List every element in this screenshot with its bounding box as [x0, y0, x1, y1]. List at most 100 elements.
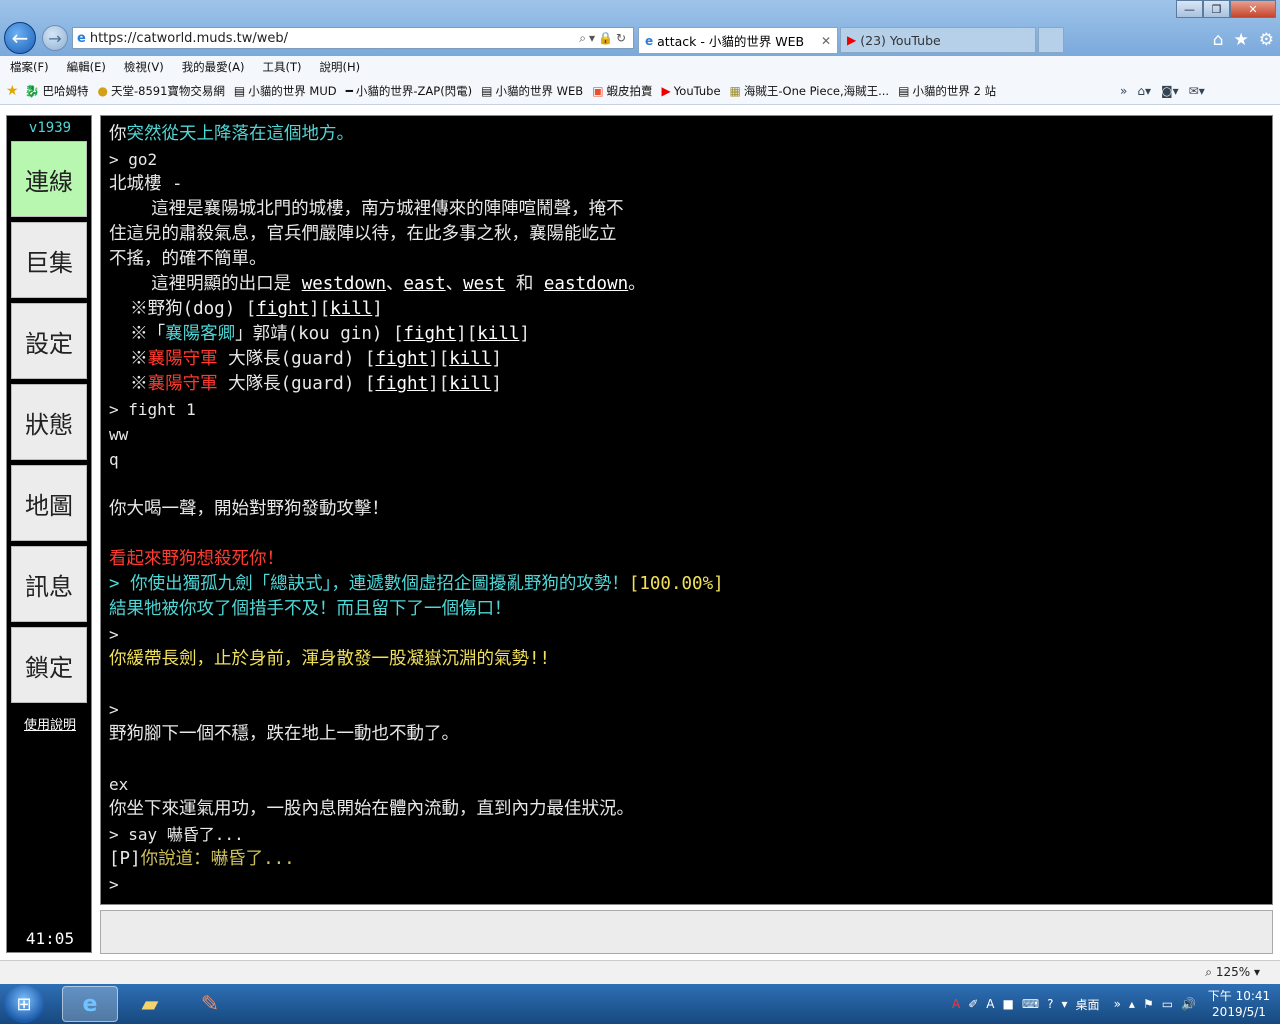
rss-icon[interactable]: ◙▾: [1161, 84, 1179, 98]
taskbar-ie[interactable]: e: [62, 986, 118, 1022]
kill-link[interactable]: kill: [449, 349, 491, 369]
fav-8591[interactable]: ● 天堂-8591寶物交易網: [98, 83, 225, 99]
help-link[interactable]: 使用說明: [7, 714, 93, 733]
zoom-control[interactable]: ⌕ 125% ▾: [1205, 965, 1260, 980]
map-button[interactable]: 地圖: [11, 465, 87, 541]
desktop-toolbar[interactable]: 桌面: [1076, 996, 1100, 1013]
kill-link[interactable]: kill: [477, 324, 519, 344]
minimize-button[interactable]: —: [1176, 0, 1203, 18]
help-icon[interactable]: ?: [1047, 997, 1053, 1011]
maximize-button[interactable]: ❐: [1203, 0, 1230, 18]
fav-shopee[interactable]: ▣ 蝦皮拍賣: [592, 83, 652, 99]
close-icon[interactable]: ✕: [821, 34, 831, 48]
messages-button[interactable]: 訊息: [11, 546, 87, 622]
text: 突然從天上降落在這個地方。: [126, 124, 355, 144]
fav-label: 天堂-8591寶物交易網: [111, 84, 225, 98]
start-button[interactable]: ⊞: [4, 985, 44, 1023]
exit-eastdown[interactable]: eastdown: [544, 274, 628, 294]
output-line: 結果牠被你攻了個措手不及！而且留下了一個傷口！: [109, 599, 512, 619]
mail-icon[interactable]: ✉▾: [1189, 84, 1205, 98]
favorites-star-icon[interactable]: ★: [6, 83, 19, 99]
prompt-line: >: [109, 625, 119, 644]
menu-edit[interactable]: 編輯(E): [57, 59, 114, 75]
taskbar-paint[interactable]: ✎: [182, 986, 238, 1022]
command-line: ex: [109, 775, 129, 794]
menu-tools[interactable]: 工具(T): [253, 59, 310, 75]
menu-help[interactable]: 說明(H): [310, 59, 369, 75]
gear-icon[interactable]: ⚙: [1259, 30, 1274, 50]
percent-text: [100.00%]: [628, 574, 724, 594]
kill-link[interactable]: kill: [330, 299, 372, 319]
address-tools[interactable]: ⌕▾🔒↻: [579, 31, 629, 46]
lock-button[interactable]: 鎖定: [11, 627, 87, 703]
exit-west[interactable]: west: [463, 274, 505, 294]
fav-onepiece[interactable]: ▦ 海賊王-One Piece,海賊王...: [730, 83, 890, 99]
home-icon[interactable]: ⌂▾: [1137, 84, 1151, 98]
taskbar-explorer[interactable]: ▰: [122, 986, 178, 1022]
text: 這裡明顯的出口是: [109, 274, 302, 294]
text: [: [319, 299, 331, 319]
status-button[interactable]: 狀態: [11, 384, 87, 460]
search-icon[interactable]: ⌕: [579, 31, 589, 45]
options-icon[interactable]: ▾: [1062, 997, 1068, 1011]
ime-icon[interactable]: A: [952, 997, 960, 1011]
show-hidden-icon[interactable]: ▴: [1129, 997, 1135, 1011]
new-tab-button[interactable]: [1038, 27, 1064, 53]
lock-icon[interactable]: 🔒: [598, 31, 616, 45]
menu-favorites[interactable]: 我的最愛(A): [172, 59, 253, 75]
exit-east[interactable]: east: [403, 274, 445, 294]
kill-link[interactable]: kill: [449, 374, 491, 394]
fav-catworld-zap[interactable]: ━ 小貓的世界-ZAP(閃電): [346, 83, 473, 99]
exit-westdown[interactable]: westdown: [302, 274, 386, 294]
connect-button[interactable]: 連線: [11, 141, 87, 217]
fav-bahamut[interactable]: 🐉 巴哈姆特: [25, 83, 89, 99]
network-icon[interactable]: ▭: [1162, 997, 1173, 1011]
fight-link[interactable]: fight: [375, 349, 428, 369]
text: [: [438, 374, 450, 394]
chevron-more-icon[interactable]: »: [1120, 84, 1127, 98]
macro-button[interactable]: 巨集: [11, 222, 87, 298]
text: 和: [505, 274, 544, 294]
text: 、: [445, 274, 464, 294]
home-icon[interactable]: ⌂: [1213, 30, 1224, 50]
zoom-icon: ⌕: [1205, 965, 1216, 979]
flag-icon[interactable]: ⚑: [1143, 997, 1154, 1011]
tab-youtube[interactable]: ▶ (23) YouTube: [840, 27, 1036, 53]
clock[interactable]: 下午 10:41 2019/5/1: [1204, 988, 1274, 1020]
command-input[interactable]: [100, 910, 1273, 954]
fav-youtube[interactable]: ▶ YouTube: [662, 84, 721, 98]
output-line: 你坐下來運氣用功，一股內息開始在體內流動，直到內力最佳狀況。: [109, 799, 634, 819]
fav-catworld-2[interactable]: ▤ 小貓的世界 2 站: [898, 83, 996, 99]
fight-link[interactable]: fight: [256, 299, 309, 319]
chevron-more-icon[interactable]: »: [1114, 997, 1121, 1011]
pen-icon[interactable]: ✐: [968, 997, 978, 1011]
settings-button[interactable]: 設定: [11, 303, 87, 379]
fight-link[interactable]: fight: [375, 374, 428, 394]
command-line: > say 嚇昏了...: [109, 825, 244, 844]
command-line: ww: [109, 425, 129, 444]
refresh-icon[interactable]: ↻: [616, 31, 629, 45]
volume-icon[interactable]: 🔊: [1181, 997, 1196, 1011]
keyboard-icon[interactable]: ⌨: [1022, 997, 1039, 1011]
fav-catworld-mud[interactable]: ▤ 小貓的世界 MUD: [234, 83, 337, 99]
fight-link[interactable]: fight: [403, 324, 456, 344]
tab-label: (23) YouTube: [860, 32, 941, 48]
back-button[interactable]: ←: [4, 22, 36, 54]
fav-catworld-web[interactable]: ▤ 小貓的世界 WEB: [481, 83, 583, 99]
tab-attack[interactable]: e attack - 小貓的世界 WEB ✕: [638, 27, 838, 53]
room-title: 北城樓 -: [109, 174, 183, 194]
text: 大隊長(guard): [217, 374, 365, 394]
star-icon[interactable]: ★: [1234, 30, 1249, 50]
menu-view[interactable]: 檢視(V): [114, 59, 172, 75]
close-window-button[interactable]: ✕: [1230, 0, 1276, 18]
address-bar[interactable]: e https://catworld.muds.tw/web/ ⌕▾🔒↻: [72, 27, 634, 49]
npc-line: ※「襄陽客卿」郭靖(kou gin) [fight][kill]: [109, 322, 1272, 347]
forward-button[interactable]: →: [42, 25, 68, 51]
dropdown-icon[interactable]: ▾: [589, 31, 598, 45]
ime-mode-icon[interactable]: A: [986, 997, 994, 1011]
fav-label: 蝦皮拍賣: [606, 84, 653, 98]
url-text[interactable]: https://catworld.muds.tw/web/: [90, 31, 579, 46]
text: ]: [428, 374, 439, 394]
fullwidth-icon[interactable]: ■: [1002, 997, 1013, 1011]
menu-file[interactable]: 檔案(F): [0, 59, 57, 75]
